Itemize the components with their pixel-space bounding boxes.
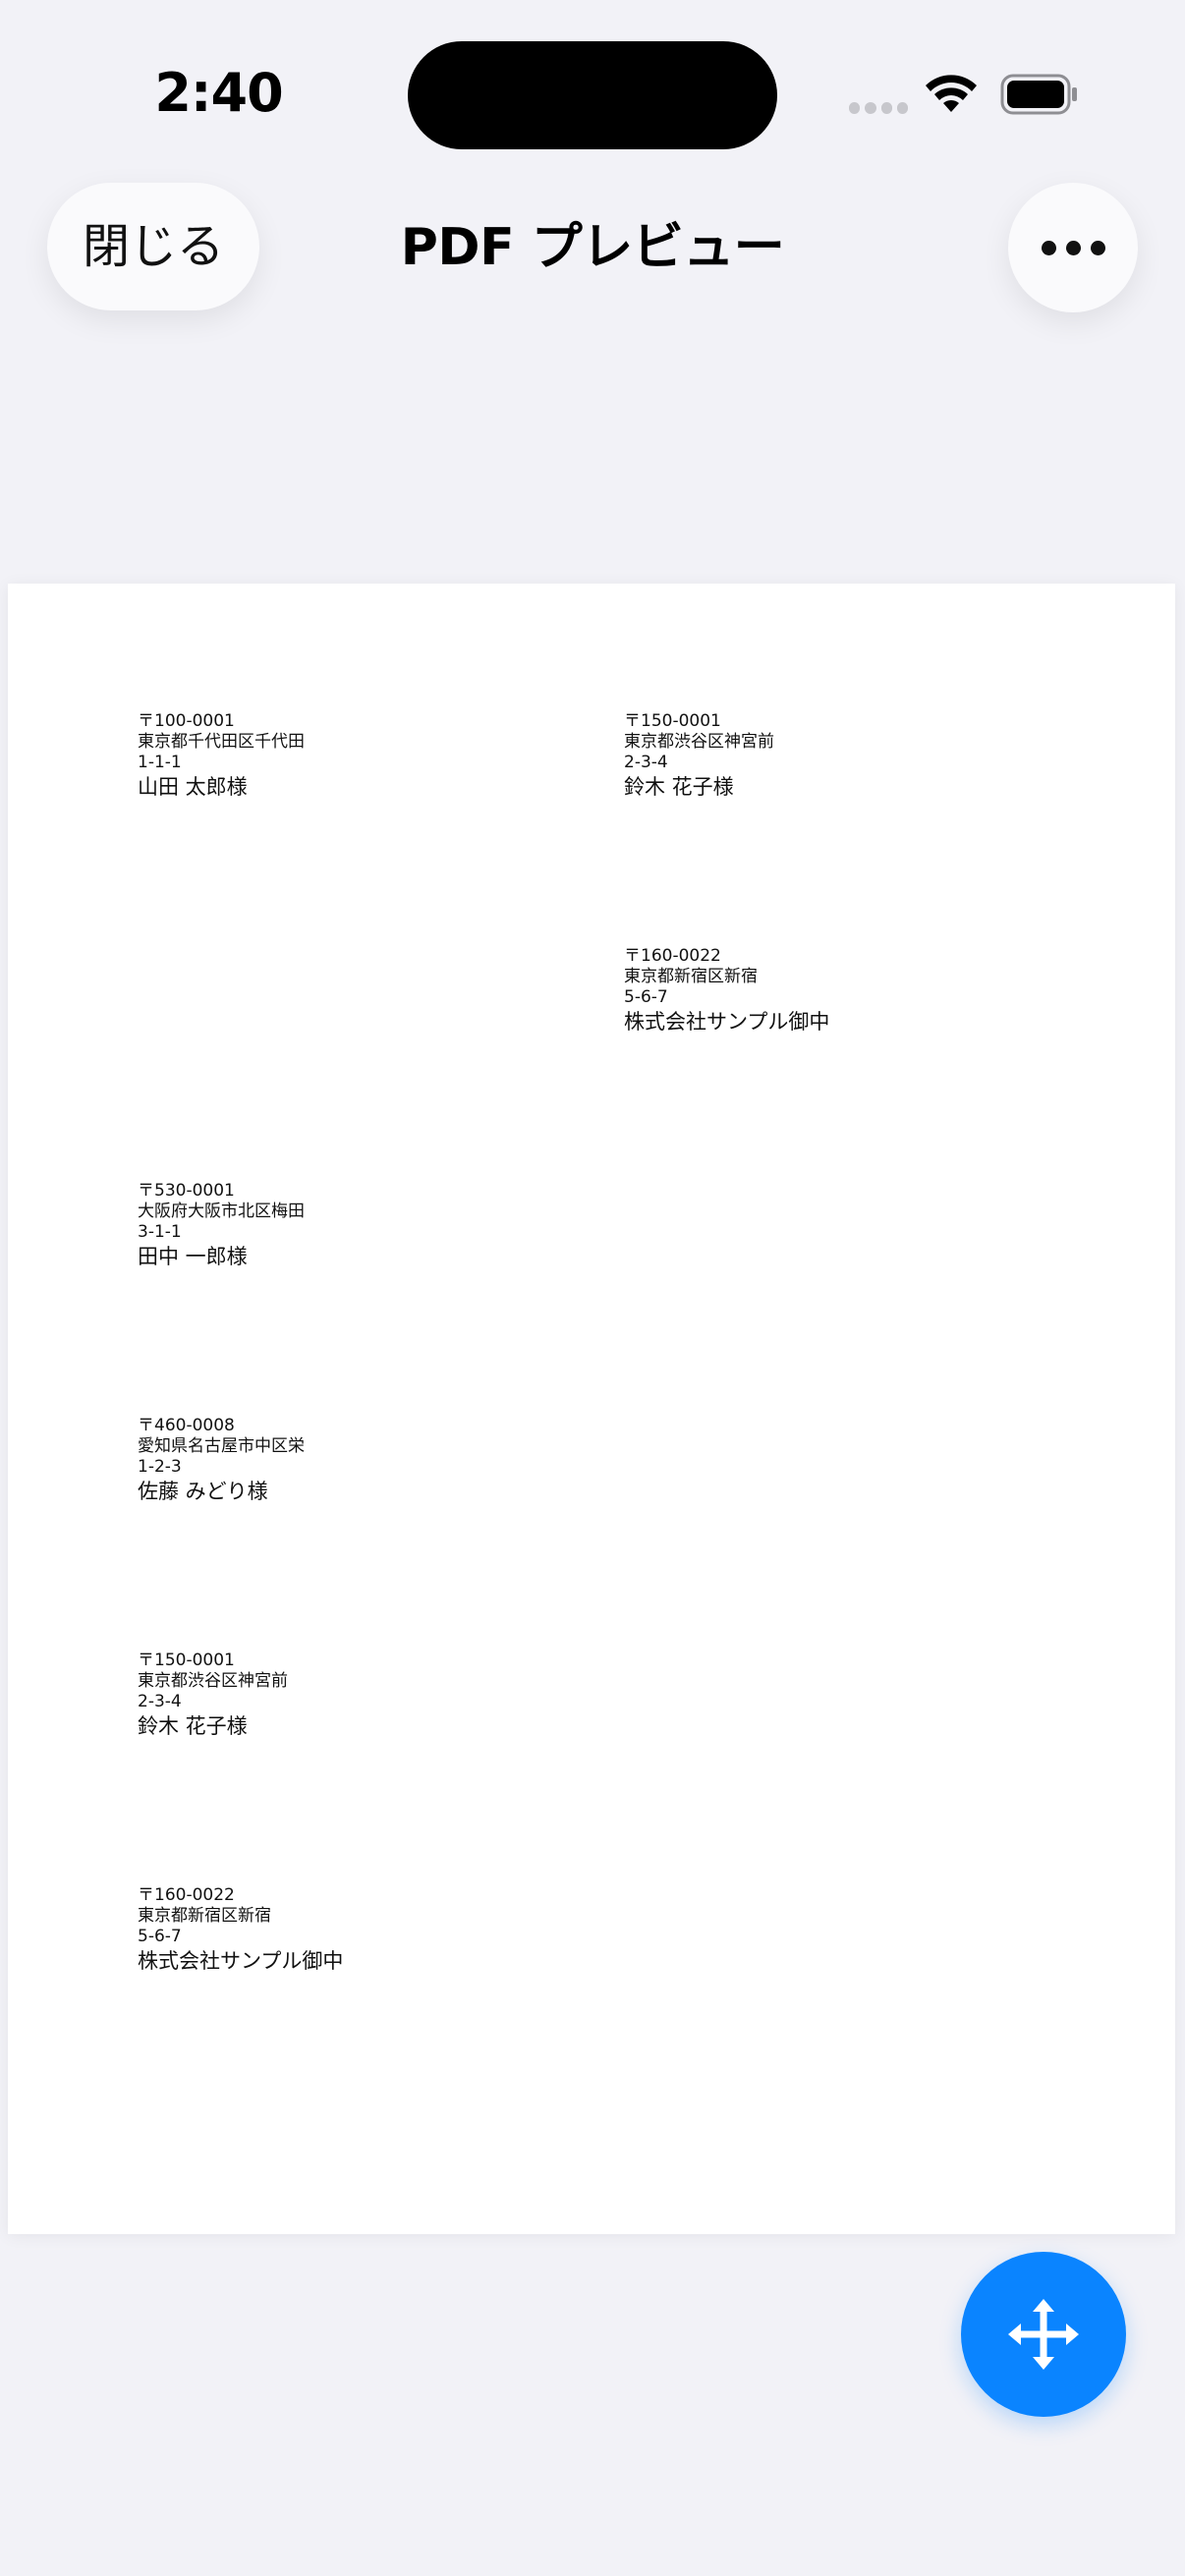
dynamic-island <box>408 41 777 149</box>
postal-code: 〒530-0001 <box>138 1181 235 1201</box>
status-time: 2:40 <box>154 62 283 124</box>
recipient-name: 株式会社サンプル御中 <box>624 1010 830 1034</box>
address-label: 〒150-0001 東京都渋谷区神宮前 2-3-4 鈴木 花子様 <box>624 711 1037 801</box>
address-line: 東京都渋谷区神宮前 <box>624 732 774 752</box>
recipient-name: 佐藤 みどり様 <box>138 1480 268 1503</box>
wifi-icon <box>926 75 977 112</box>
address-number: 2-3-4 <box>624 753 668 772</box>
ellipsis-dot <box>1090 240 1105 255</box>
address-label: 〒160-0022 東京都新宿区新宿 5-6-7 株式会社サンプル御中 <box>138 1885 550 1975</box>
address-line: 愛知県名古屋市中区栄 <box>138 1436 305 1456</box>
postal-code: 〒150-0001 <box>138 1651 235 1670</box>
address-label: 〒460-0008 愛知県名古屋市中区栄 1-2-3 佐藤 みどり様 <box>138 1416 550 1505</box>
address-label: 〒150-0001 東京都渋谷区神宮前 2-3-4 鈴木 花子様 <box>138 1651 550 1740</box>
address-line: 東京都千代田区千代田 <box>138 732 305 752</box>
address-number: 1-1-1 <box>138 753 182 772</box>
address-label: 〒530-0001 大阪府大阪市北区梅田 3-1-1 田中 一郎様 <box>138 1181 550 1270</box>
recipient-name: 田中 一郎様 <box>138 1245 248 1268</box>
ellipsis-icon <box>1041 240 1056 255</box>
more-options-button[interactable] <box>1008 183 1138 312</box>
address-number: 2-3-4 <box>138 1692 182 1711</box>
address-line: 東京都新宿区新宿 <box>624 967 758 986</box>
postal-code: 〒100-0001 <box>138 711 235 731</box>
address-number: 5-6-7 <box>138 1927 182 1946</box>
postal-code: 〒150-0001 <box>624 711 721 731</box>
recipient-name: 鈴木 花子様 <box>624 775 734 799</box>
cellular-signal-icon <box>849 102 908 116</box>
page-title: PDF プレビュー <box>400 218 785 277</box>
address-number: 5-6-7 <box>624 987 668 1007</box>
close-button[interactable]: 閉じる <box>47 183 259 310</box>
battery-icon <box>1000 74 1077 115</box>
recipient-name: 鈴木 花子様 <box>138 1714 248 1738</box>
ellipsis-dot <box>1065 240 1081 255</box>
address-line: 大阪府大阪市北区梅田 <box>138 1202 305 1221</box>
recipient-name: 山田 太郎様 <box>138 775 248 799</box>
address-number: 1-2-3 <box>138 1457 182 1477</box>
address-number: 3-1-1 <box>138 1222 182 1242</box>
pdf-preview-screen: 2:40 閉じる PDF プレビュー 〒100-0001 東京都千代田区千代田 … <box>0 0 1185 2576</box>
postal-code: 〒160-0022 <box>624 946 721 966</box>
pdf-page[interactable]: 〒100-0001 東京都千代田区千代田 1-1-1 山田 太郎様 〒150-0… <box>8 584 1175 2234</box>
address-line: 東京都新宿区新宿 <box>138 1906 271 1926</box>
move-button[interactable] <box>961 2252 1126 2417</box>
postal-code: 〒460-0008 <box>138 1416 235 1435</box>
move-arrows-icon <box>1008 2299 1079 2370</box>
recipient-name: 株式会社サンプル御中 <box>138 1949 344 1973</box>
postal-code: 〒160-0022 <box>138 1885 235 1905</box>
address-label: 〒100-0001 東京都千代田区千代田 1-1-1 山田 太郎様 <box>138 711 550 801</box>
address-line: 東京都渋谷区神宮前 <box>138 1671 288 1691</box>
address-label: 〒160-0022 東京都新宿区新宿 5-6-7 株式会社サンプル御中 <box>624 946 1037 1036</box>
